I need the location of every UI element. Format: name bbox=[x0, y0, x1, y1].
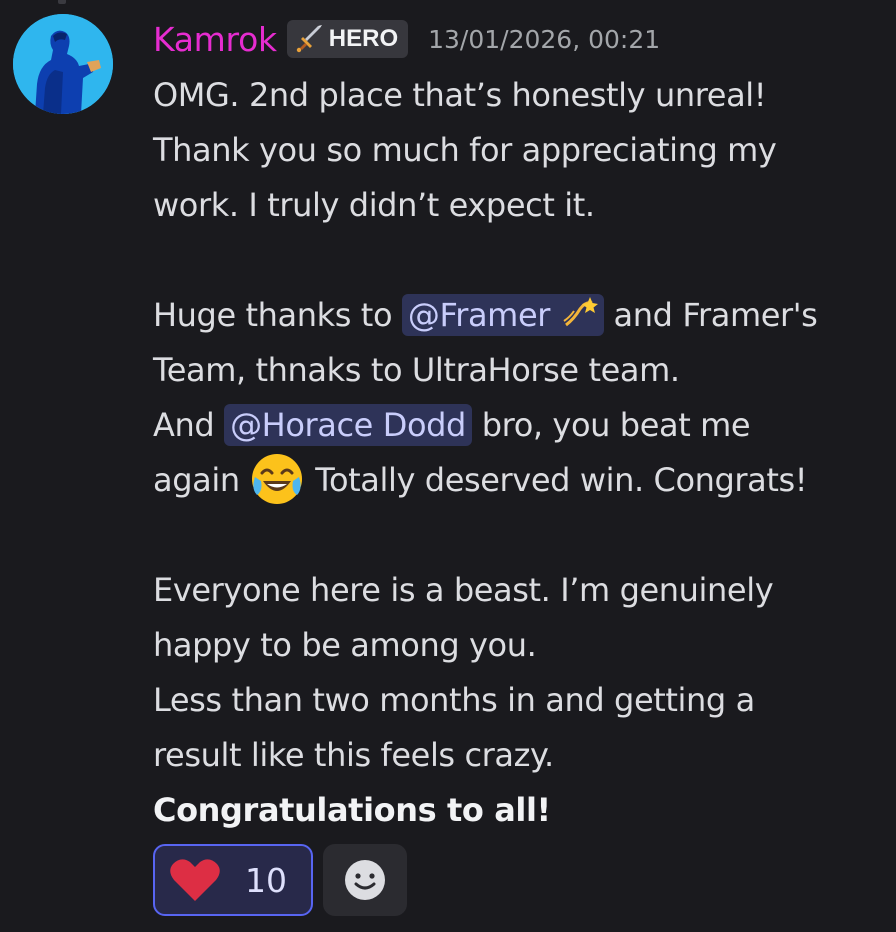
message-line: Huge thanks to @Framer and Framer's bbox=[153, 288, 883, 343]
message-line: happy to be among you. bbox=[153, 626, 537, 664]
role-tag-label: HERO bbox=[328, 25, 399, 52]
message-line: OMG. 2nd place that’s honestly unreal! bbox=[153, 76, 767, 114]
mention-horace-dodd[interactable]: @Horace Dodd bbox=[224, 404, 472, 446]
scroll-edge-marker bbox=[58, 0, 66, 4]
message-line: Team, thnaks to UltraHorse team. bbox=[153, 351, 680, 389]
reaction-heart[interactable]: 10 bbox=[153, 844, 313, 916]
text-segment: again bbox=[153, 461, 250, 499]
text-segment: bro, you beat me bbox=[471, 406, 751, 444]
chat-message: Kamrok HERO 13/01/2026, 00:21 OMG. 2nd p… bbox=[153, 14, 883, 838]
avatar-figure-icon bbox=[13, 14, 113, 114]
message-timestamp[interactable]: 13/01/2026, 00:21 bbox=[428, 25, 660, 54]
mention-framer[interactable]: @Framer bbox=[401, 294, 604, 336]
author-name[interactable]: Kamrok bbox=[153, 20, 277, 59]
sword-icon bbox=[296, 25, 322, 53]
text-segment: and Framer's bbox=[603, 296, 818, 334]
message-line-bold: Congratulations to all! bbox=[153, 791, 551, 829]
message-line: work. I truly didn’t expect it. bbox=[153, 186, 595, 224]
mention-label: @Framer bbox=[407, 296, 550, 334]
role-tag[interactable]: HERO bbox=[286, 20, 409, 58]
text-segment: Totally deserved win. Congrats! bbox=[305, 461, 808, 499]
reaction-bar: 10 bbox=[153, 844, 407, 916]
reaction-count: 10 bbox=[245, 860, 287, 900]
message-line: result like this feels crazy. bbox=[153, 736, 554, 774]
message-header: Kamrok HERO 13/01/2026, 00:21 bbox=[153, 16, 883, 62]
message-content: OMG. 2nd place that’s honestly unreal! T… bbox=[153, 68, 883, 838]
message-line: Thank you so much for appreciating my bbox=[153, 131, 777, 169]
red-heart-icon bbox=[170, 859, 220, 901]
avatar[interactable] bbox=[13, 14, 113, 114]
message-line: again Totally deserved win. Congrats! bbox=[153, 453, 883, 508]
message-line: Less than two months in and getting a bbox=[153, 681, 755, 719]
dizzy-emoji bbox=[563, 297, 598, 327]
add-reaction-button[interactable] bbox=[323, 844, 407, 916]
text-segment: Huge thanks to bbox=[153, 296, 402, 334]
message-line: Everyone here is a beast. I’m genuinely bbox=[153, 571, 774, 609]
message-line: And @Horace Dodd bro, you beat me bbox=[153, 398, 883, 453]
text-segment: And bbox=[153, 406, 225, 444]
smiley-icon bbox=[345, 860, 385, 900]
tears-of-joy-emoji bbox=[252, 454, 303, 504]
